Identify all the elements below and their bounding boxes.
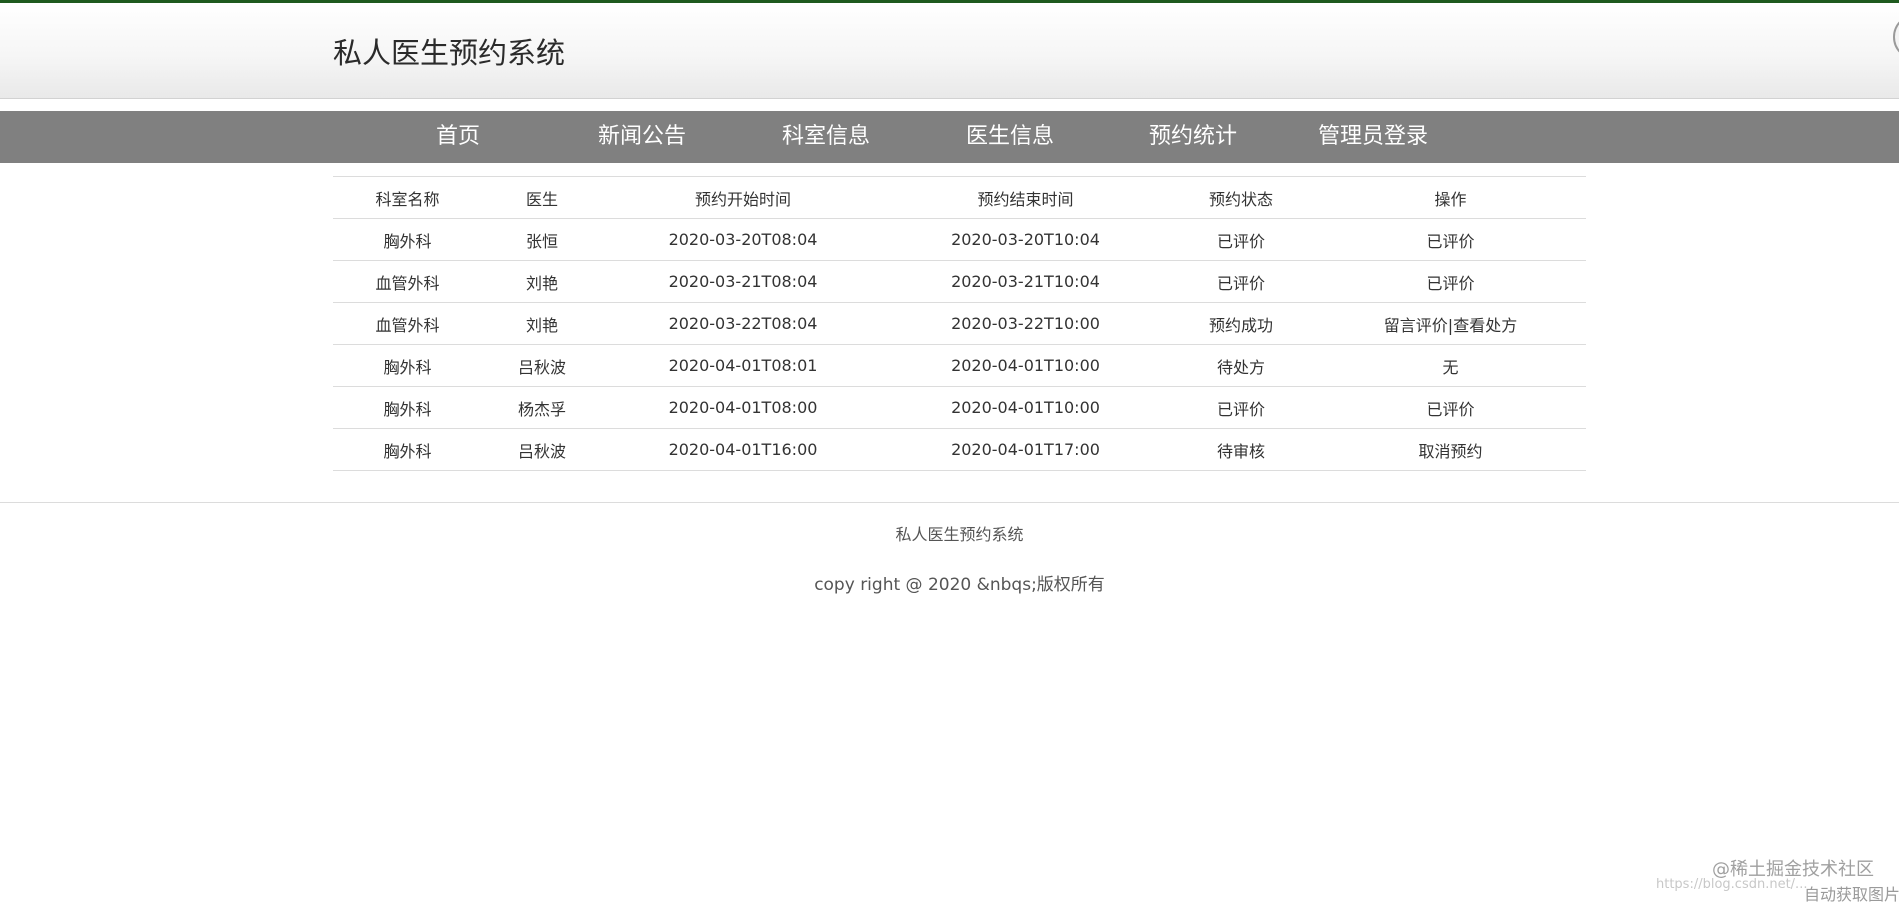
nav-appointment-stats[interactable]: 预约统计 bbox=[1143, 111, 1243, 163]
cell-status: 已评价 bbox=[1167, 260, 1315, 303]
cell-status: 已评价 bbox=[1167, 386, 1315, 429]
watermark-text: @稀土掘金技术社区 bbox=[1712, 859, 1874, 880]
appointment-table: 科室名称 医生 预约开始时间 预约结束时间 预约状态 操作 胸外科 张恒 202… bbox=[333, 176, 1586, 471]
table-row: 胸外科 吕秋波 2020-04-01T08:01 2020-04-01T10:0… bbox=[333, 344, 1586, 387]
cell-status: 预约成功 bbox=[1167, 302, 1315, 345]
cell-status: 已评价 bbox=[1167, 218, 1315, 261]
page-header: 私人医生预约系统 bbox=[0, 3, 1899, 99]
cell-end-time: 2020-03-20T10:04 bbox=[884, 218, 1167, 261]
cell-end-time: 2020-03-22T10:00 bbox=[884, 302, 1167, 345]
cell-status: 待审核 bbox=[1167, 428, 1315, 471]
cell-start-time: 2020-03-20T08:04 bbox=[602, 218, 884, 261]
cell-action: 已评价 bbox=[1315, 386, 1586, 429]
cell-doctor: 吕秋波 bbox=[482, 428, 602, 471]
cell-department: 血管外科 bbox=[333, 260, 482, 303]
column-header-department: 科室名称 bbox=[333, 176, 482, 219]
footer-divider bbox=[0, 502, 1899, 503]
column-header-doctor: 医生 bbox=[482, 176, 602, 219]
cell-department: 胸外科 bbox=[333, 386, 482, 429]
cell-doctor: 吕秋波 bbox=[482, 344, 602, 387]
column-header-status: 预约状态 bbox=[1167, 176, 1315, 219]
table-row: 血管外科 刘艳 2020-03-21T08:04 2020-03-21T10:0… bbox=[333, 260, 1586, 303]
nav-home[interactable]: 首页 bbox=[422, 111, 494, 163]
column-header-action: 操作 bbox=[1315, 176, 1586, 219]
cell-department: 胸外科 bbox=[333, 218, 482, 261]
main-navigation: 首页 新闻公告 科室信息 医生信息 预约统计 管理员登录 bbox=[0, 111, 1899, 163]
cell-end-time: 2020-04-01T10:00 bbox=[884, 344, 1167, 387]
cell-doctor: 刘艳 bbox=[482, 260, 602, 303]
cell-start-time: 2020-04-01T08:00 bbox=[602, 386, 884, 429]
table-row: 胸外科 吕秋波 2020-04-01T16:00 2020-04-01T17:0… bbox=[333, 428, 1586, 471]
site-title: 私人医生预约系统 bbox=[333, 36, 566, 70]
cell-doctor: 刘艳 bbox=[482, 302, 602, 345]
cell-start-time: 2020-03-21T08:04 bbox=[602, 260, 884, 303]
cell-department: 血管外科 bbox=[333, 302, 482, 345]
cell-end-time: 2020-03-21T10:04 bbox=[884, 260, 1167, 303]
cell-action: 无 bbox=[1315, 344, 1586, 387]
table-header-row: 科室名称 医生 预约开始时间 预约结束时间 预约状态 操作 bbox=[333, 176, 1586, 219]
cell-action-links[interactable]: 留言评价|查看处方 bbox=[1315, 302, 1586, 345]
nav-news[interactable]: 新闻公告 bbox=[592, 111, 692, 163]
cell-doctor: 张恒 bbox=[482, 218, 602, 261]
cell-end-time: 2020-04-01T10:00 bbox=[884, 386, 1167, 429]
table-row: 血管外科 刘艳 2020-03-22T08:04 2020-03-22T10:0… bbox=[333, 302, 1586, 345]
nav-departments[interactable]: 科室信息 bbox=[776, 111, 876, 163]
cell-start-time: 2020-03-22T08:04 bbox=[602, 302, 884, 345]
cell-end-time: 2020-04-01T17:00 bbox=[884, 428, 1167, 471]
footer-copyright: copy right @ 2020 &nbqs;版权所有 bbox=[814, 575, 1105, 595]
table-row: 胸外科 张恒 2020-03-20T08:04 2020-03-20T10:04… bbox=[333, 218, 1586, 261]
column-header-start-time: 预约开始时间 bbox=[602, 176, 884, 219]
footer-site-name: 私人医生预约系统 bbox=[895, 525, 1024, 544]
cell-status: 待处方 bbox=[1167, 344, 1315, 387]
cell-start-time: 2020-04-01T16:00 bbox=[602, 428, 884, 471]
watermark-auto-fetch: 自动获取图片 bbox=[1804, 885, 1899, 904]
cell-doctor: 杨杰孚 bbox=[482, 386, 602, 429]
cell-action: 已评价 bbox=[1315, 260, 1586, 303]
cancel-appointment-link[interactable]: 取消预约 bbox=[1315, 428, 1586, 471]
nav-doctors[interactable]: 医生信息 bbox=[960, 111, 1060, 163]
cell-department: 胸外科 bbox=[333, 428, 482, 471]
column-header-end-time: 预约结束时间 bbox=[884, 176, 1167, 219]
nav-admin-login[interactable]: 管理员登录 bbox=[1311, 111, 1435, 163]
table-row: 胸外科 杨杰孚 2020-04-01T08:00 2020-04-01T10:0… bbox=[333, 386, 1586, 429]
cell-start-time: 2020-04-01T08:01 bbox=[602, 344, 884, 387]
cell-action: 已评价 bbox=[1315, 218, 1586, 261]
cell-department: 胸外科 bbox=[333, 344, 482, 387]
